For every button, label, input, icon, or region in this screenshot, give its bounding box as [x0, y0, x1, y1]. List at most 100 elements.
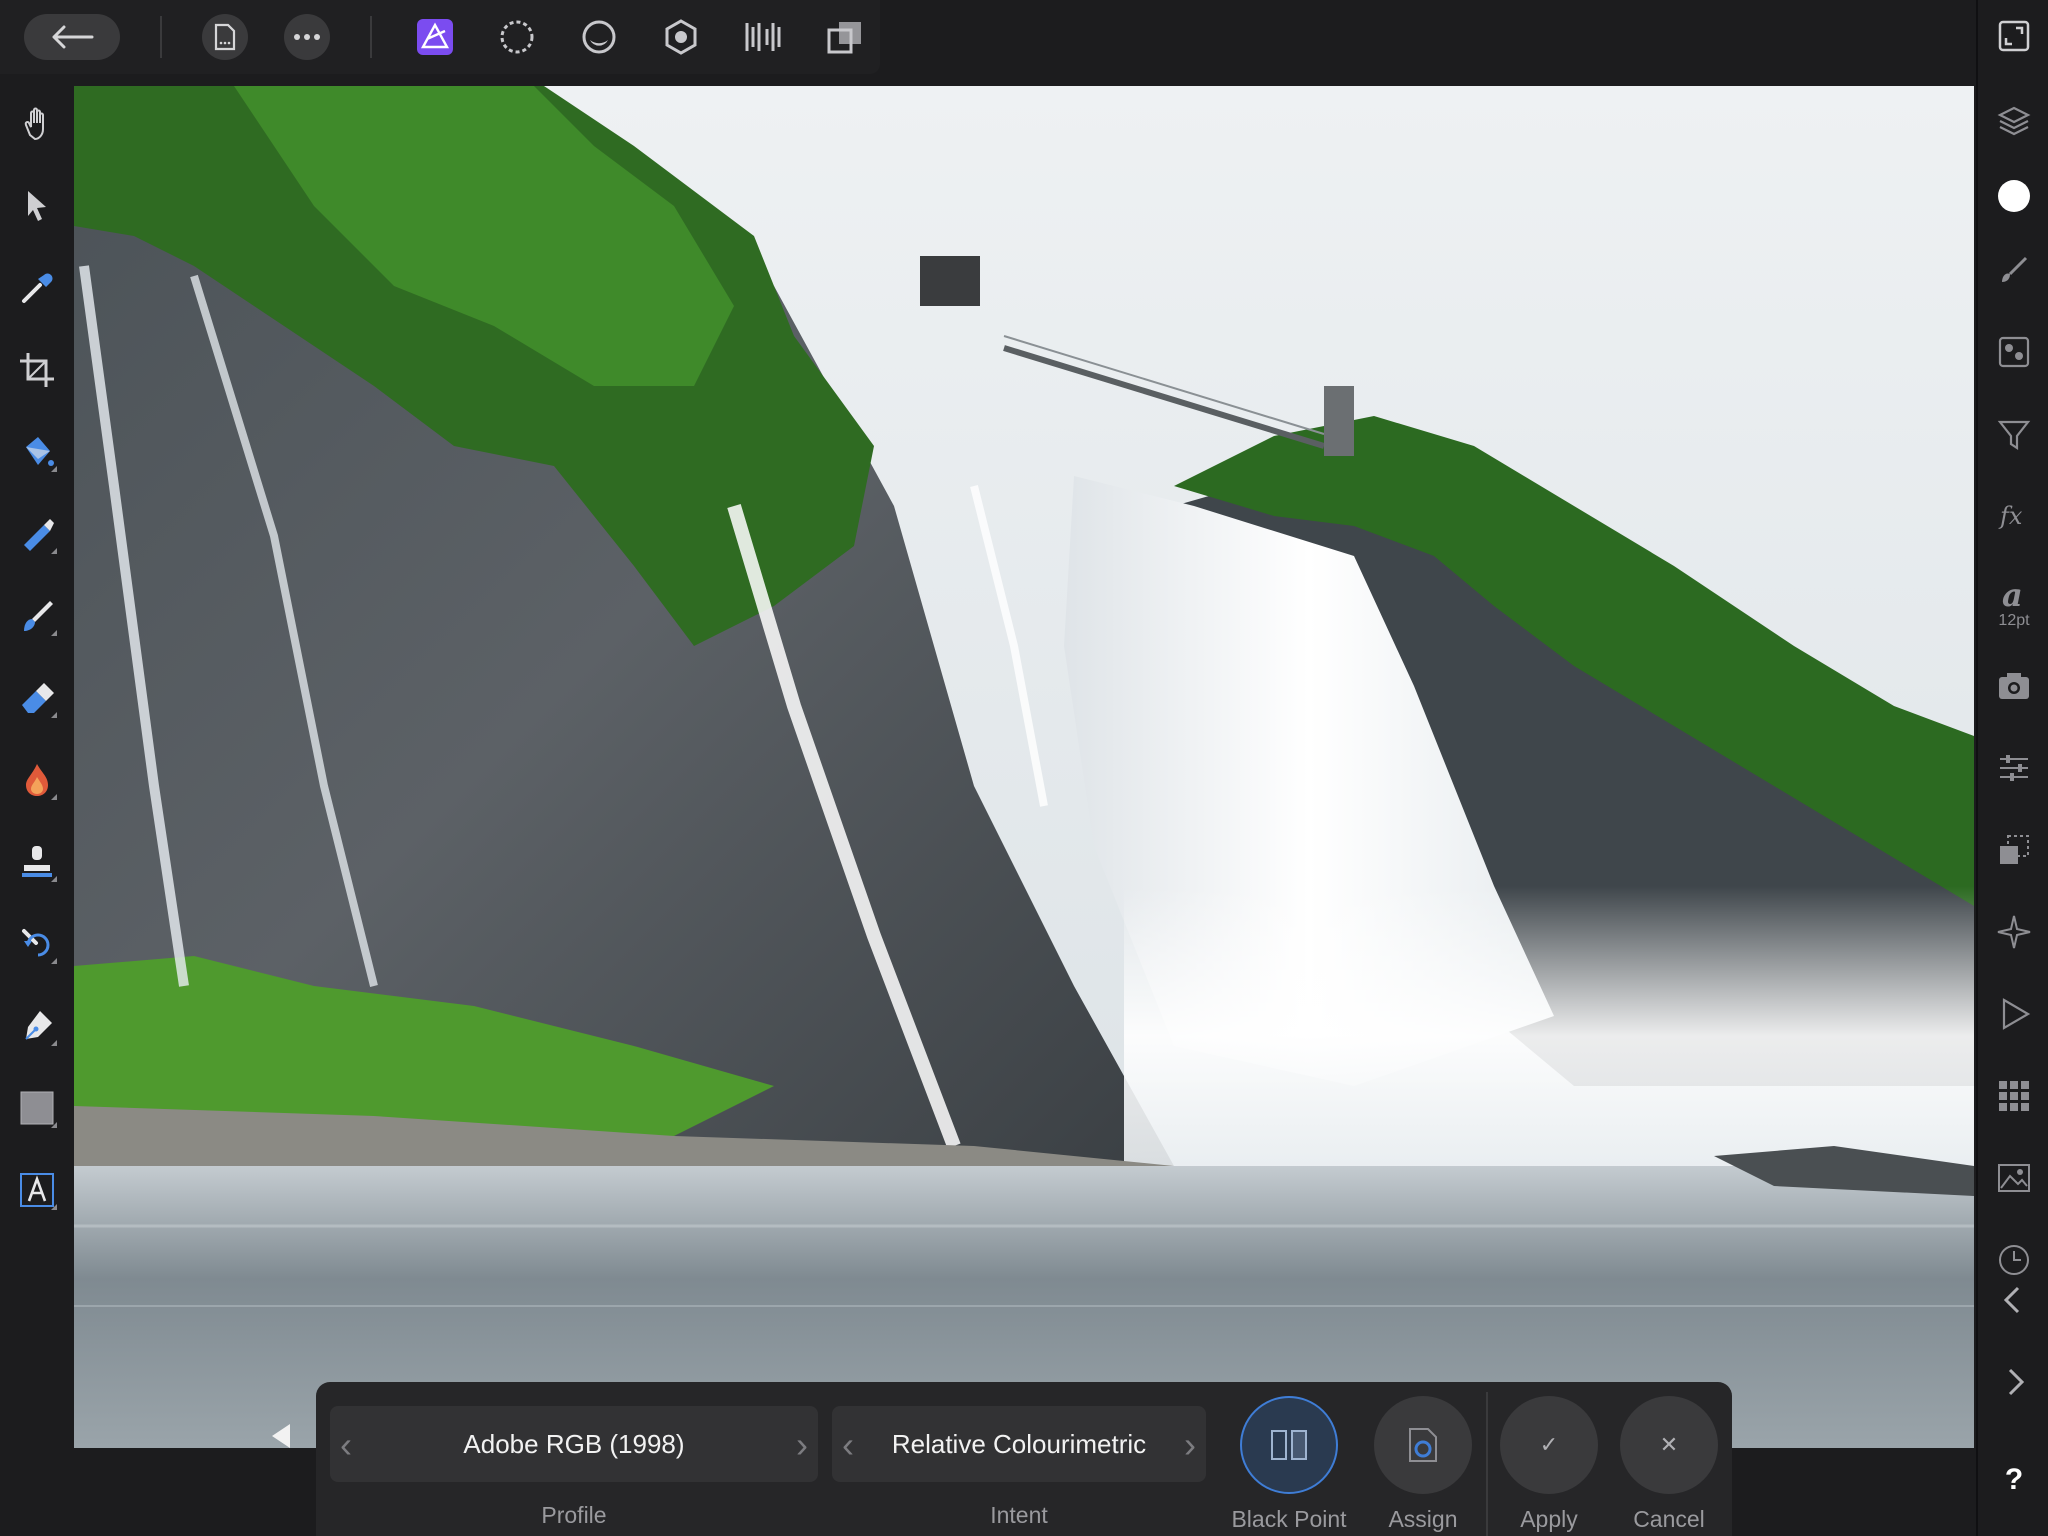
- text-tool[interactable]: [13, 1166, 61, 1214]
- tone-mapping-persona-button[interactable]: [658, 14, 704, 60]
- pen-tool[interactable]: [13, 1002, 61, 1050]
- crop-tool[interactable]: [13, 346, 61, 394]
- crop-icon: [20, 353, 54, 387]
- black-point-button[interactable]: [1240, 1396, 1338, 1494]
- export-persona-icon: [745, 23, 781, 51]
- help-button[interactable]: ?: [1990, 1456, 2038, 1504]
- hand-icon: [24, 107, 44, 141]
- checkmark-icon: ✓: [1539, 1432, 1559, 1457]
- clock-icon: [1999, 1245, 2029, 1275]
- brushes-button[interactable]: [1990, 246, 2038, 294]
- compass-icon: [1997, 915, 2031, 949]
- waterfall-photo: [74, 86, 1974, 1448]
- text-style-button[interactable]: a 12pt: [1990, 568, 2038, 638]
- stock-button[interactable]: [1990, 1154, 2038, 1202]
- selection-brush-tool[interactable]: [13, 510, 61, 558]
- camera-button[interactable]: [1990, 662, 2038, 710]
- macro-persona-icon: [827, 22, 861, 54]
- clone-stamp-tool[interactable]: [13, 838, 61, 886]
- redo-button[interactable]: [1990, 1358, 2038, 1406]
- convert-format-context-toolbar: ‹ Adobe RGB (1998) › Profile ‹ Relative …: [316, 1382, 1732, 1536]
- svg-text:fx: fx: [1998, 502, 2023, 530]
- colour-button[interactable]: [1990, 172, 2038, 220]
- develop-persona-button[interactable]: [576, 14, 622, 60]
- tone-mapping-persona-icon: [665, 19, 697, 55]
- profile-label: Profile: [541, 1502, 607, 1528]
- profile-value: Adobe RGB (1998): [463, 1428, 685, 1459]
- export-persona-button[interactable]: [740, 14, 786, 60]
- funnel-icon: [1997, 420, 2031, 451]
- liquify-persona-icon: [500, 20, 534, 54]
- filters-button[interactable]: [1990, 410, 2038, 458]
- font-icon: a: [2002, 576, 2023, 612]
- apply-label: Apply: [1520, 1506, 1578, 1532]
- cancel-button[interactable]: ✕: [1620, 1396, 1718, 1494]
- adjustments-icon: [1998, 336, 2030, 368]
- flood-fill-tool[interactable]: [13, 428, 61, 476]
- transform-icon: [2000, 835, 2029, 864]
- fullscreen-button[interactable]: [1990, 12, 2038, 60]
- eraser-tool[interactable]: [13, 674, 61, 722]
- macro-persona-button[interactable]: [822, 14, 868, 60]
- fullscreen-icon: [1998, 20, 2030, 52]
- move-tool[interactable]: [13, 182, 61, 230]
- layers-button[interactable]: [1990, 96, 2038, 144]
- chevron-right-icon[interactable]: ›: [1184, 1424, 1196, 1466]
- chevron-left-icon: [2003, 1286, 2020, 1314]
- undo-button[interactable]: [1990, 1276, 2038, 1324]
- develop-persona-icon: [582, 20, 616, 54]
- tools-panel: [0, 86, 74, 1536]
- document-canvas[interactable]: [74, 86, 1974, 1448]
- rectangle-tool[interactable]: [13, 1084, 61, 1132]
- healing-tool[interactable]: [13, 920, 61, 968]
- black-point-label: Black Point: [1231, 1506, 1347, 1532]
- photo-persona-button[interactable]: [412, 14, 458, 60]
- macro-play-button[interactable]: [1990, 990, 2038, 1038]
- more-icon: [294, 34, 320, 40]
- photo-persona-icon: [417, 19, 453, 55]
- image-icon: [1998, 1164, 2030, 1192]
- cancel-label: Cancel: [1633, 1506, 1705, 1532]
- hand-tool[interactable]: [13, 100, 61, 148]
- chevron-right-icon[interactable]: ›: [796, 1424, 808, 1466]
- back-button[interactable]: [24, 14, 120, 60]
- transform-button[interactable]: [1990, 826, 2038, 874]
- dodge-burn-tool[interactable]: [13, 756, 61, 804]
- chevron-left-icon[interactable]: ‹: [842, 1424, 854, 1466]
- library-button[interactable]: [1990, 1072, 2038, 1120]
- top-toolbar: [0, 0, 880, 74]
- assign-button[interactable]: [1374, 1396, 1472, 1494]
- profile-picker[interactable]: ‹ Adobe RGB (1998) ›: [330, 1406, 818, 1482]
- fx-button[interactable]: fx: [1990, 492, 2038, 540]
- svg-text:a: a: [2002, 576, 2023, 612]
- assign-label: Assign: [1388, 1506, 1458, 1532]
- chevron-left-icon[interactable]: ‹: [340, 1424, 352, 1466]
- adjustments-button[interactable]: [1990, 328, 2038, 376]
- color-picker-tool[interactable]: [13, 264, 61, 312]
- colour-swatch-icon: [1998, 180, 2030, 212]
- navigator-button[interactable]: [1990, 908, 2038, 956]
- color-picker-icon: [22, 273, 53, 303]
- play-icon: [2002, 998, 2031, 1030]
- brush-icon: [2002, 256, 2028, 282]
- apply-button[interactable]: ✓: [1500, 1396, 1598, 1494]
- more-button[interactable]: [284, 14, 330, 60]
- separator: [160, 16, 162, 58]
- paint-brush-tool[interactable]: [13, 592, 61, 640]
- sliders-icon: [2000, 755, 2028, 781]
- back-arrow-icon: [52, 25, 94, 49]
- intent-picker[interactable]: ‹ Relative Colourimetric ›: [832, 1406, 1206, 1482]
- camera-icon: [1999, 673, 2029, 699]
- sliders-button[interactable]: [1990, 744, 2038, 792]
- layers-icon: [1997, 106, 2031, 136]
- intent-label: Intent: [990, 1502, 1048, 1528]
- fx-icon: fx: [1998, 502, 2023, 530]
- close-icon: ✕: [1659, 1432, 1679, 1457]
- context-bar-toggle[interactable]: [272, 1424, 290, 1448]
- intent-value: Relative Colourimetric: [891, 1428, 1147, 1459]
- document-icon: [214, 23, 236, 51]
- move-icon: [28, 191, 46, 221]
- grid-icon: [1999, 1081, 2029, 1111]
- document-button[interactable]: [202, 14, 248, 60]
- liquify-persona-button[interactable]: [494, 14, 540, 60]
